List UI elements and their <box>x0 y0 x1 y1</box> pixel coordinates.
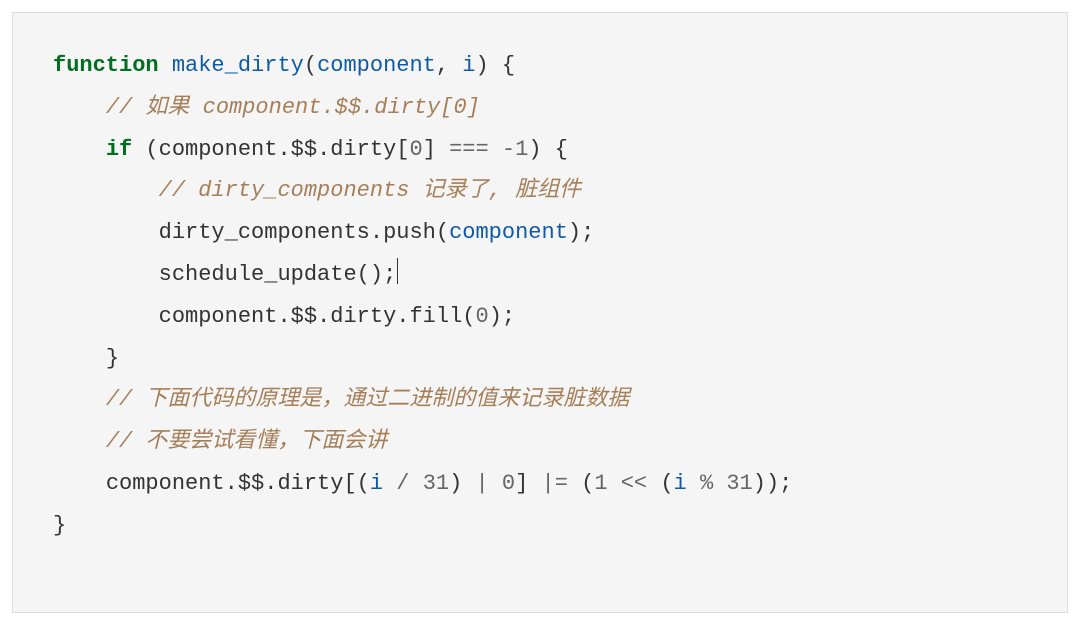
paren-open: ( <box>436 220 449 245</box>
arg-component: component <box>449 220 568 245</box>
number-0: 0 <box>409 137 422 162</box>
operator-shl: << <box>608 471 661 496</box>
dot: . <box>370 220 383 245</box>
indent <box>53 178 159 203</box>
method-fill: fill <box>409 304 462 329</box>
function-name: make_dirty <box>172 53 304 78</box>
identifier-i: i <box>674 471 687 496</box>
identifier-component: component <box>159 304 278 329</box>
indent <box>53 137 106 162</box>
indent <box>53 387 106 412</box>
number-31: 31 <box>726 471 752 496</box>
number-31: 31 <box>423 471 449 496</box>
paren-close-semi: ); <box>766 471 792 496</box>
paren-open: ( <box>581 471 594 496</box>
indent <box>53 262 159 287</box>
identifier-i: i <box>370 471 383 496</box>
bracket-open: [ <box>343 471 356 496</box>
identifier-component: component <box>106 471 225 496</box>
function-schedule-update: schedule_update <box>159 262 357 287</box>
dot: . <box>225 471 238 496</box>
brace-close: } <box>53 513 66 538</box>
method-push: push <box>383 220 436 245</box>
text-cursor <box>397 258 398 284</box>
code-line-9: // 下面代码的原理是，通过二进制的值来记录脏数据 <box>53 379 1027 421</box>
code-line-6: schedule_update(); <box>53 254 1027 296</box>
bracket-close: ] <box>423 137 436 162</box>
brace-close: } <box>106 346 119 371</box>
identifier-dollar: $$ <box>291 137 317 162</box>
bracket-close: ] <box>515 471 528 496</box>
operator-oreq: |= <box>528 471 581 496</box>
identifier-dirty: dirty <box>277 471 343 496</box>
operator-mod: % <box>687 471 727 496</box>
code-line-8: } <box>53 338 1027 380</box>
number-0: 0 <box>476 304 489 329</box>
identifier-dirty: dirty <box>330 304 396 329</box>
number-1: 1 <box>594 471 607 496</box>
dot: . <box>277 137 290 162</box>
paren-close-semi: ); <box>568 220 594 245</box>
paren-open: ( <box>304 53 317 78</box>
paren-close: ) <box>753 471 766 496</box>
comment: // dirty_components 记录了, 脏组件 <box>159 178 581 203</box>
param-i: i <box>462 53 475 78</box>
identifier-dirty-components: dirty_components <box>159 220 370 245</box>
param-component: component <box>317 53 436 78</box>
number-neg1: -1 <box>502 137 528 162</box>
paren-close: ) <box>449 471 462 496</box>
comment: // 不要尝试看懂，下面会讲 <box>106 429 388 454</box>
code-line-1: function make_dirty(component, i) { <box>53 45 1027 87</box>
paren-open: ( <box>660 471 673 496</box>
code-line-4: // dirty_components 记录了, 脏组件 <box>53 170 1027 212</box>
dot: . <box>396 304 409 329</box>
number-0: 0 <box>502 471 515 496</box>
operator-div: / <box>383 471 423 496</box>
indent <box>53 429 106 454</box>
code-snippet: function make_dirty(component, i) { // 如… <box>12 12 1068 613</box>
paren-close: ) <box>476 53 489 78</box>
operator-or: | <box>462 471 502 496</box>
paren-open: ( <box>462 304 475 329</box>
bracket-open: [ <box>396 137 409 162</box>
identifier-dirty: dirty <box>330 137 396 162</box>
identifier-dollar: $$ <box>291 304 317 329</box>
call-semi: (); <box>357 262 397 287</box>
code-line-3: if (component.$$.dirty[0] === -1) { <box>53 129 1027 171</box>
indent <box>53 95 106 120</box>
dot: . <box>277 304 290 329</box>
indent <box>53 346 106 371</box>
keyword-function: function <box>53 53 159 78</box>
indent <box>53 304 159 329</box>
comment: // 如果 component.$$.dirty[0] <box>106 95 480 120</box>
identifier-component: component <box>159 137 278 162</box>
paren-open: ( <box>357 471 370 496</box>
indent <box>53 220 159 245</box>
identifier-dollar: $$ <box>238 471 264 496</box>
dot: . <box>317 304 330 329</box>
indent <box>53 471 106 496</box>
comma: , <box>436 53 462 78</box>
brace-open: { <box>489 53 515 78</box>
code-line-10: // 不要尝试看懂，下面会讲 <box>53 421 1027 463</box>
paren-close-semi: ); <box>489 304 515 329</box>
comment: // 下面代码的原理是，通过二进制的值来记录脏数据 <box>106 387 630 412</box>
code-line-5: dirty_components.push(component); <box>53 212 1027 254</box>
dot: . <box>317 137 330 162</box>
brace-open: { <box>555 137 568 162</box>
operator-eq: === <box>436 137 502 162</box>
paren-close: ) <box>528 137 554 162</box>
keyword-if: if <box>106 137 132 162</box>
dot: . <box>264 471 277 496</box>
code-line-7: component.$$.dirty.fill(0); <box>53 296 1027 338</box>
code-line-2: // 如果 component.$$.dirty[0] <box>53 87 1027 129</box>
code-line-12: } <box>53 505 1027 547</box>
code-line-11: component.$$.dirty[(i / 31) | 0] |= (1 <… <box>53 463 1027 505</box>
paren-open: ( <box>132 137 158 162</box>
